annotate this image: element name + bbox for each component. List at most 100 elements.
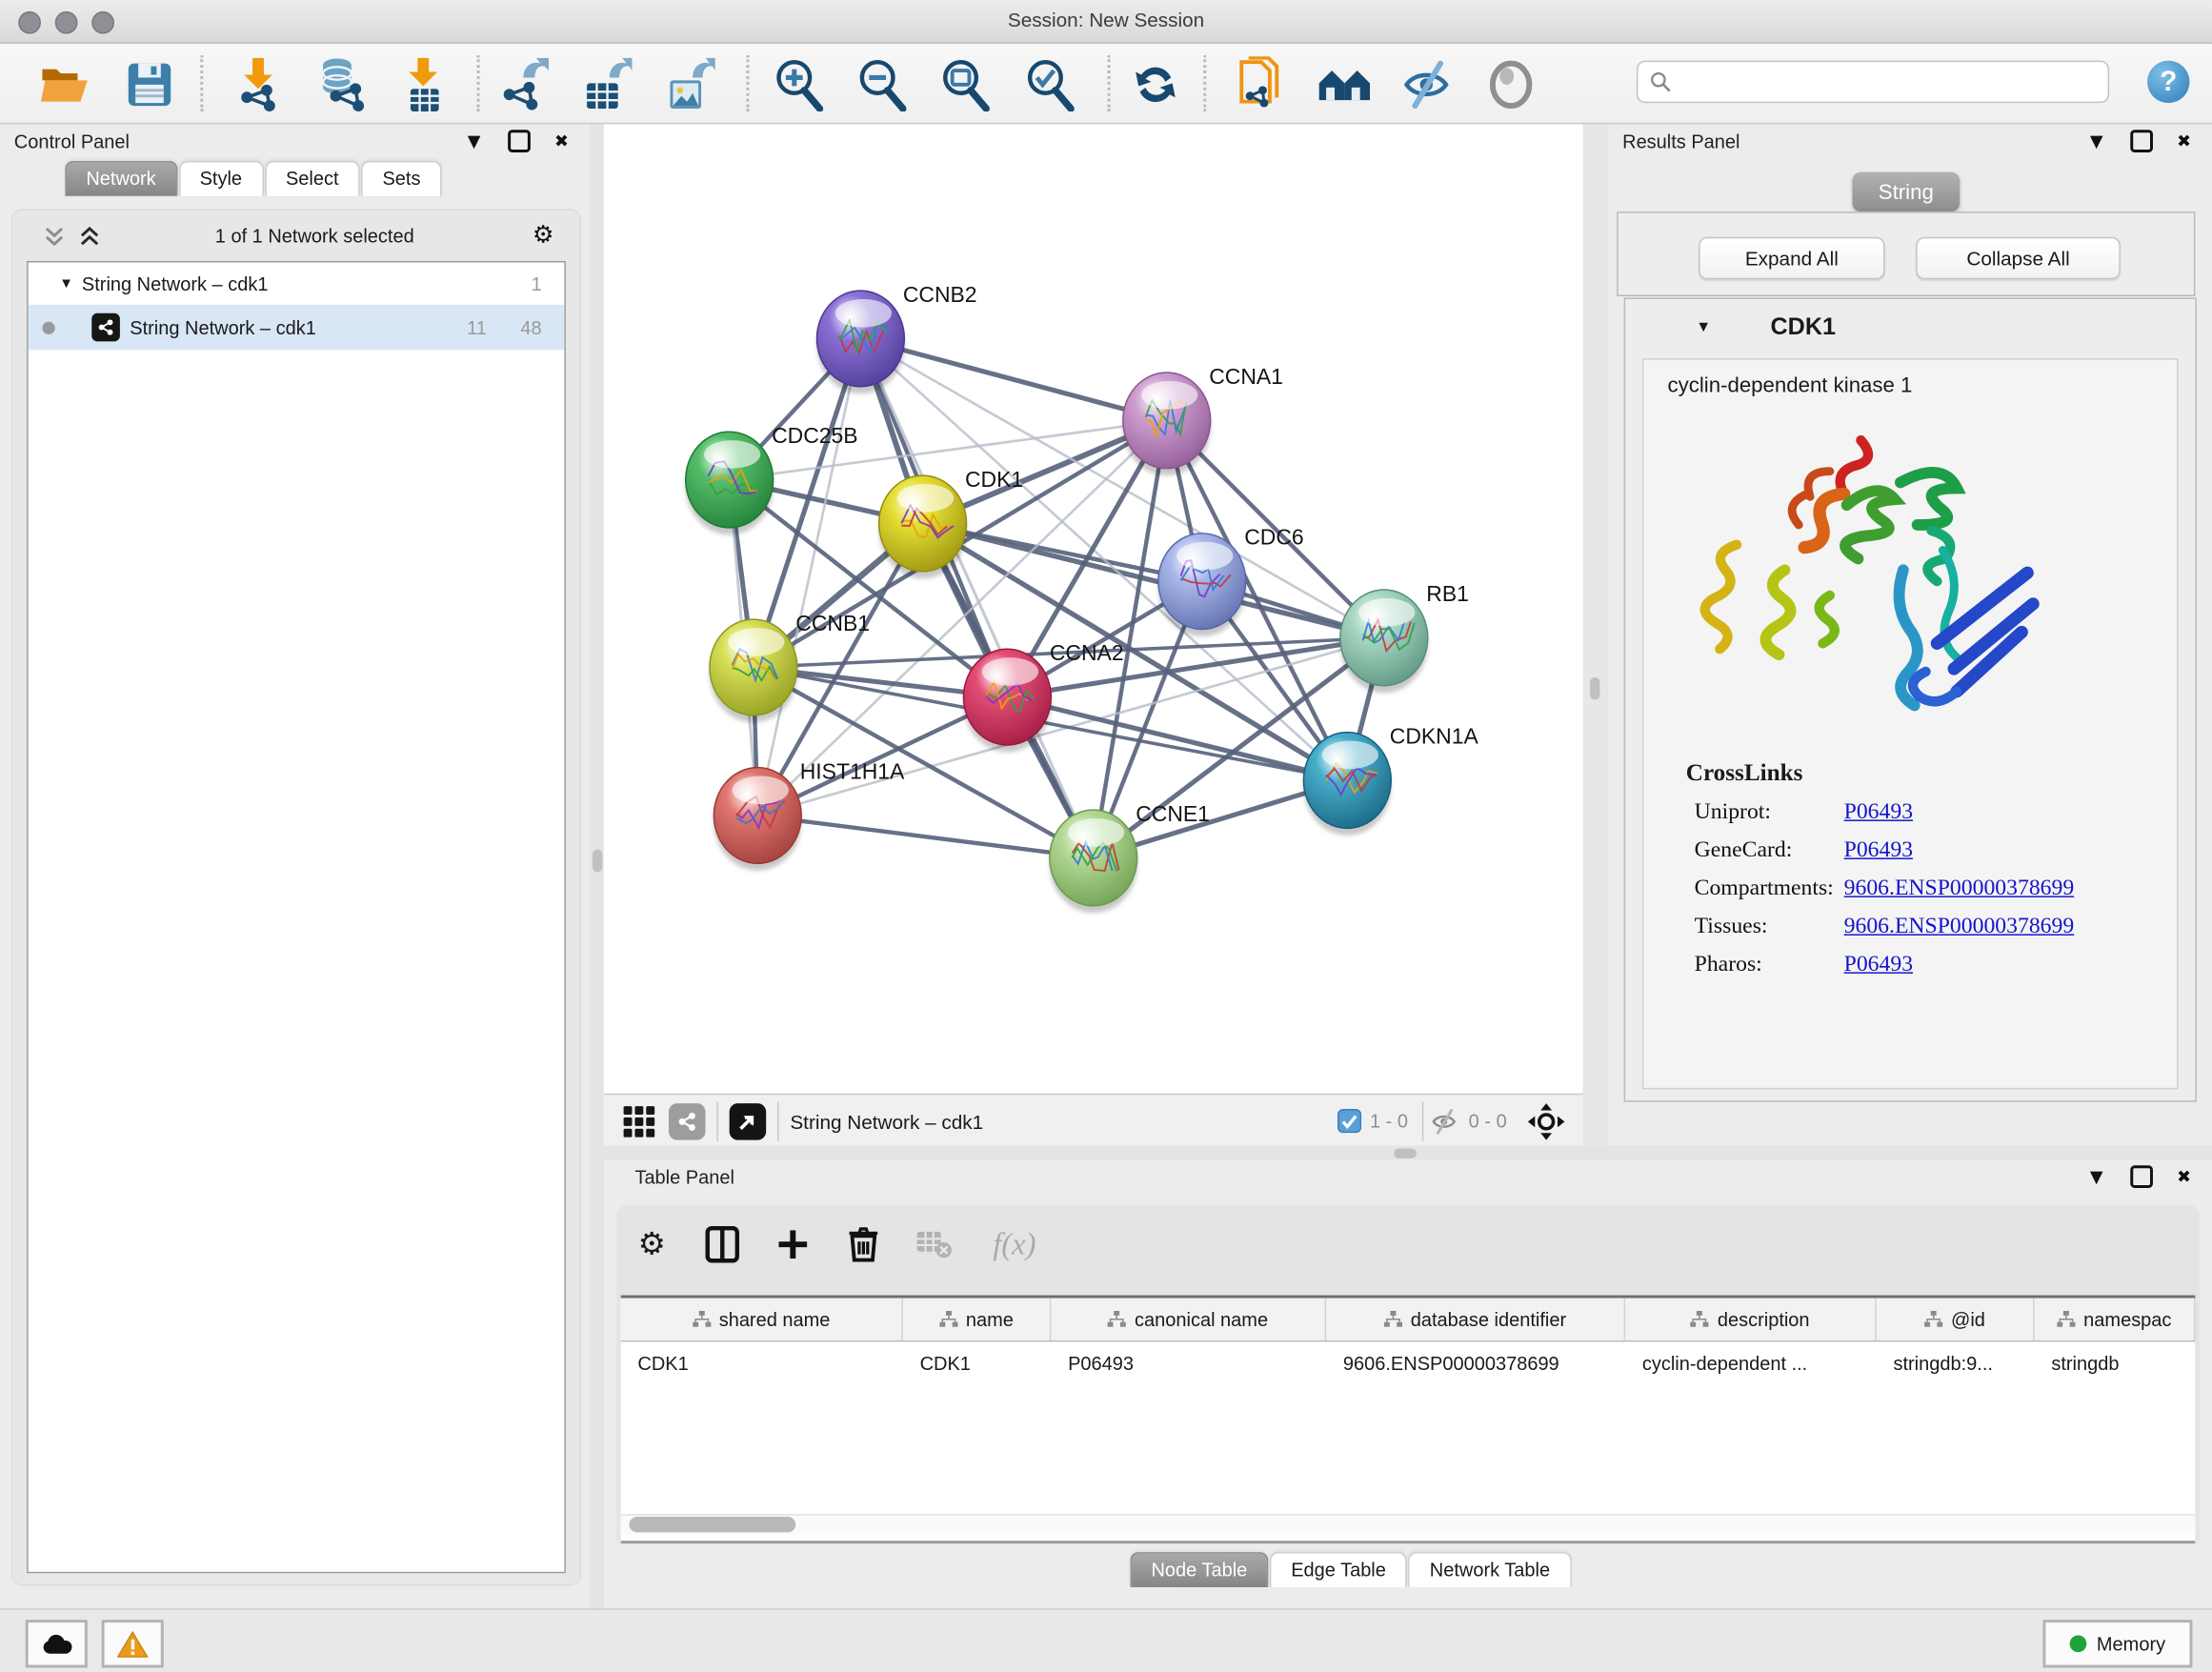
table-cell[interactable]: CDK1 <box>903 1341 1052 1383</box>
zoom-in-icon[interactable] <box>768 53 830 115</box>
table-cell[interactable]: cyclin-dependent ... <box>1625 1341 1877 1383</box>
crosslink-link[interactable]: 9606.ENSP00000378699 <box>1844 876 2075 902</box>
close-panel-icon[interactable]: ✖ <box>2170 1167 2199 1187</box>
network-node-CDKN1A[interactable]: CDKN1A <box>1303 723 1478 835</box>
crosslink-link[interactable]: 9606.ENSP00000378699 <box>1844 915 2075 940</box>
column-header-shared-name[interactable]: shared name <box>621 1299 903 1340</box>
cdk1-section-header[interactable]: ▼ CDK1 <box>1625 299 2195 355</box>
results-splitter[interactable] <box>1583 124 1609 1145</box>
preview-icon[interactable] <box>1480 53 1542 115</box>
column-header-name[interactable]: name <box>903 1299 1052 1340</box>
hidden-eye-icon[interactable] <box>1429 1108 1460 1134</box>
add-column-icon[interactable] <box>757 1227 828 1261</box>
network-collection-row[interactable]: ▼ String Network – cdk1 1 <box>29 262 565 304</box>
network-node-CCNB2[interactable]: CCNB2 <box>816 282 976 393</box>
results-splitter-handle[interactable] <box>1590 677 1599 700</box>
collapse-all-button[interactable]: Collapse All <box>1916 237 2121 279</box>
network-edge[interactable] <box>757 816 1093 857</box>
column-header-namespac[interactable]: namespac <box>2035 1299 2196 1340</box>
grid-view-icon[interactable] <box>624 1105 655 1137</box>
table-splitter-handle[interactable] <box>1394 1148 1417 1158</box>
zoom-selected-icon[interactable] <box>1018 53 1080 115</box>
close-panel-icon[interactable]: ✖ <box>2170 131 2199 151</box>
column-header-canonical-name[interactable]: canonical name <box>1051 1299 1326 1340</box>
memory-button[interactable]: Memory <box>2042 1620 2192 1667</box>
network-canvas[interactable]: CCNB2CCNA1CDC25BCDK1CDC6RB1CCNB1CCNA2CDK… <box>604 124 1583 1093</box>
table-cell[interactable]: stringdb:9... <box>1877 1341 2035 1383</box>
function-builder-icon[interactable]: f(x) <box>969 1226 1059 1263</box>
tab-select[interactable]: Select <box>265 161 360 196</box>
network-node-CCNB1[interactable]: CCNB1 <box>710 611 870 722</box>
panel-menu-icon[interactable]: ▼ <box>2082 131 2111 151</box>
table-cell[interactable]: CDK1 <box>621 1341 903 1383</box>
float-panel-icon[interactable] <box>2130 1165 2153 1188</box>
selected-nodes-checkbox-icon[interactable] <box>1337 1109 1361 1133</box>
table-cell[interactable]: stringdb <box>2035 1341 2196 1383</box>
table-cell[interactable]: 9606.ENSP00000378699 <box>1326 1341 1625 1383</box>
network-node-RB1[interactable]: RB1 <box>1340 581 1469 693</box>
hide-selected-icon[interactable] <box>1397 53 1458 115</box>
panel-menu-icon[interactable]: ▼ <box>460 131 489 151</box>
column-header-@id[interactable]: @id <box>1877 1299 2035 1340</box>
float-panel-icon[interactable] <box>508 130 531 152</box>
zoom-out-icon[interactable] <box>851 53 913 115</box>
table-options-gear-icon[interactable]: ⚙ <box>616 1227 687 1262</box>
table-row[interactable]: CDK1CDK1P064939606.ENSP00000378699cyclin… <box>621 1341 2196 1383</box>
open-session-icon[interactable] <box>34 53 96 115</box>
tab-node-table[interactable]: Node Table <box>1130 1552 1268 1587</box>
expand-all-tree-icon[interactable] <box>79 225 100 246</box>
crosslink-link[interactable]: P06493 <box>1844 953 1913 978</box>
help-icon[interactable]: ? <box>2147 61 2189 103</box>
export-network-icon[interactable] <box>493 53 554 115</box>
tab-network[interactable]: Network <box>65 161 177 196</box>
delete-table-icon[interactable] <box>898 1230 969 1259</box>
crosslink-link[interactable]: P06493 <box>1844 838 1913 864</box>
search-box[interactable] <box>1637 61 2109 103</box>
table-splitter[interactable] <box>604 1146 2212 1160</box>
collapse-all-tree-icon[interactable] <box>44 225 65 246</box>
zoom-fit-icon[interactable] <box>934 53 995 115</box>
network-node-CDC25B[interactable]: CDC25B <box>686 423 858 534</box>
cloud-button[interactable] <box>26 1620 88 1667</box>
first-neighbors-icon[interactable] <box>1124 53 1186 115</box>
expand-all-button[interactable]: Expand All <box>1699 237 1884 279</box>
collection-disclosure-icon[interactable]: ▼ <box>59 276 82 292</box>
left-splitter-handle[interactable] <box>592 850 601 873</box>
string-network-badge-icon[interactable] <box>669 1102 706 1139</box>
import-table-icon[interactable] <box>392 53 454 115</box>
tab-sets[interactable]: Sets <box>361 161 441 196</box>
delete-column-icon[interactable] <box>828 1226 898 1263</box>
tab-edge-table[interactable]: Edge Table <box>1270 1552 1407 1587</box>
network-node-CDK1[interactable]: CDK1 <box>879 467 1024 578</box>
crosslink-link[interactable]: P06493 <box>1844 800 1913 826</box>
scrollbar-thumb[interactable] <box>630 1517 796 1532</box>
import-network-database-icon[interactable] <box>309 53 371 115</box>
warnings-button[interactable] <box>102 1620 164 1667</box>
float-panel-icon[interactable] <box>2130 130 2153 152</box>
tab-string[interactable]: String <box>1853 172 1961 212</box>
copy-share-icon[interactable] <box>1229 53 1291 115</box>
network-row[interactable]: String Network – cdk1 11 48 <box>29 305 565 350</box>
tab-style[interactable]: Style <box>178 161 263 196</box>
detach-view-icon[interactable] <box>730 1102 767 1139</box>
import-network-file-icon[interactable] <box>227 53 289 115</box>
column-header-database-identifier[interactable]: database identifier <box>1326 1299 1625 1340</box>
save-session-icon[interactable] <box>118 53 180 115</box>
export-image-icon[interactable] <box>659 53 721 115</box>
network-node-HIST1H1A[interactable]: HIST1H1A <box>714 759 905 871</box>
network-edge[interactable] <box>923 523 1384 637</box>
close-panel-icon[interactable]: ✖ <box>548 131 576 151</box>
show-all-icon[interactable] <box>1314 53 1376 115</box>
network-edge[interactable] <box>757 338 860 816</box>
network-node-CCNE1[interactable]: CCNE1 <box>1050 801 1210 913</box>
network-options-gear-icon[interactable]: ⚙ <box>529 222 557 251</box>
section-disclosure-icon[interactable]: ▼ <box>1696 319 1711 336</box>
table-cell[interactable]: P06493 <box>1051 1341 1326 1383</box>
show-columns-icon[interactable] <box>687 1226 757 1263</box>
left-splitter[interactable] <box>590 124 604 1608</box>
tab-network-table[interactable]: Network Table <box>1409 1552 1572 1587</box>
panel-menu-icon[interactable]: ▼ <box>2082 1167 2111 1187</box>
horizontal-scrollbar[interactable] <box>621 1514 2196 1535</box>
birds-eye-view-icon[interactable] <box>1526 1101 1565 1140</box>
column-header-description[interactable]: description <box>1625 1299 1877 1340</box>
